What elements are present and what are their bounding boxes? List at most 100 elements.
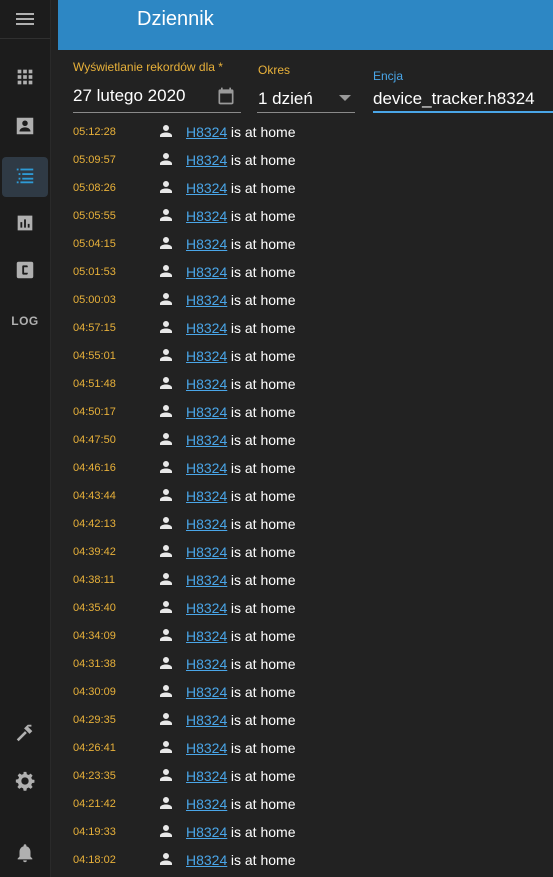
entry-time: 04:35:40 (73, 602, 116, 614)
person-icon (157, 542, 175, 560)
entry-entity-link[interactable]: H8324 (186, 236, 227, 252)
entry-message: is at home (227, 208, 296, 224)
calendar-icon[interactable] (216, 86, 236, 106)
entry-entity-link[interactable]: H8324 (186, 796, 227, 812)
person-icon (157, 374, 175, 392)
logbook-entry: 04:42:13 H8324 is at home (0, 510, 553, 538)
logbook-entry: 04:26:41 H8324 is at home (0, 734, 553, 762)
period-select-underline (257, 112, 355, 113)
logbook-entry: 05:12:28 H8324 is at home (0, 118, 553, 146)
entry-entity-link[interactable]: H8324 (186, 488, 227, 504)
person-icon (157, 150, 175, 168)
entry-message: is at home (227, 656, 296, 672)
entry-message: is at home (227, 152, 296, 168)
person-icon (157, 514, 175, 532)
entry-entity-link[interactable]: H8324 (186, 180, 227, 196)
entry-entity-link[interactable]: H8324 (186, 264, 227, 280)
entry-time: 04:29:35 (73, 714, 116, 726)
entry-entity-link[interactable]: H8324 (186, 376, 227, 392)
entry-time: 04:21:42 (73, 798, 116, 810)
entry-entity-link[interactable]: H8324 (186, 544, 227, 560)
entry-entity-link[interactable]: H8324 (186, 404, 227, 420)
person-icon (157, 710, 175, 728)
logbook-entry: 04:34:09 H8324 is at home (0, 622, 553, 650)
entry-time: 04:42:13 (73, 518, 116, 530)
logbook-entries: 05:12:28 H8324 is at home 05:09:57 H8324 is… (0, 118, 553, 874)
person-icon (157, 262, 175, 280)
entry-entity-link[interactable]: H8324 (186, 292, 227, 308)
date-field[interactable]: 27 lutego 2020 (73, 86, 186, 106)
person-icon (157, 682, 175, 700)
entry-time: 05:00:03 (73, 294, 116, 306)
entry-entity-link[interactable]: H8324 (186, 208, 227, 224)
logbook-entry: 04:23:35 H8324 is at home (0, 762, 553, 790)
entry-time: 05:05:55 (73, 210, 116, 222)
entry-message: is at home (227, 516, 296, 532)
entry-entity-link[interactable]: H8324 (186, 320, 227, 336)
entry-message: is at home (227, 600, 296, 616)
entry-message: is at home (227, 684, 296, 700)
entry-entity-link[interactable]: H8324 (186, 460, 227, 476)
hamburger-menu-icon[interactable] (15, 11, 35, 27)
date-field-label: Wyświetlanie rekordów dla * (73, 60, 223, 74)
person-icon (157, 738, 175, 756)
entry-entity-link[interactable]: H8324 (186, 124, 227, 140)
logbook-entry: 04:50:17 H8324 is at home (0, 398, 553, 426)
entry-entity-link[interactable]: H8324 (186, 628, 227, 644)
entry-time: 04:34:09 (73, 630, 116, 642)
entry-entity-link[interactable]: H8324 (186, 768, 227, 784)
entity-label: Encja (373, 69, 404, 83)
entry-entity-link[interactable]: H8324 (186, 684, 227, 700)
person-icon (157, 766, 175, 784)
person-icon (157, 206, 175, 224)
entry-entity-link[interactable]: H8324 (186, 432, 227, 448)
logbook-entry: 05:05:55 H8324 is at home (0, 202, 553, 230)
logbook-entry: 04:19:33 H8324 is at home (0, 818, 553, 846)
entry-entity-link[interactable]: H8324 (186, 152, 227, 168)
logbook-entry: 04:47:50 H8324 is at home (0, 426, 553, 454)
entity-input[interactable] (373, 86, 553, 112)
person-icon (157, 598, 175, 616)
entry-time: 04:38:11 (73, 574, 116, 586)
entry-time: 05:09:57 (73, 154, 116, 166)
date-field-underline (73, 112, 241, 113)
entry-entity-link[interactable]: H8324 (186, 516, 227, 532)
entry-entity-link[interactable]: H8324 (186, 348, 227, 364)
logbook-entry: 05:09:57 H8324 is at home (0, 146, 553, 174)
logbook-entry: 04:35:40 H8324 is at home (0, 594, 553, 622)
entry-time: 04:47:50 (73, 434, 116, 446)
sidebar-item-overview[interactable] (2, 59, 48, 99)
entry-message: is at home (227, 572, 296, 588)
entry-entity-link[interactable]: H8324 (186, 740, 227, 756)
period-label: Okres (258, 63, 291, 77)
entry-time: 05:01:53 (73, 266, 116, 278)
person-icon (157, 234, 175, 252)
entry-message: is at home (227, 544, 296, 560)
person-icon (157, 430, 175, 448)
entry-time: 05:04:15 (73, 238, 116, 250)
entry-message: is at home (227, 432, 296, 448)
entry-time: 04:51:48 (73, 378, 116, 390)
entry-entity-link[interactable]: H8324 (186, 824, 227, 840)
entry-time: 04:50:17 (73, 406, 116, 418)
entry-time: 04:26:41 (73, 742, 116, 754)
entry-entity-link[interactable]: H8324 (186, 852, 227, 868)
logbook-entry: 05:04:15 H8324 is at home (0, 230, 553, 258)
app-header: Dziennik (58, 0, 553, 50)
logbook-entry: 04:43:44 H8324 is at home (0, 482, 553, 510)
entry-time: 05:08:26 (73, 182, 116, 194)
entry-entity-link[interactable]: H8324 (186, 600, 227, 616)
entity-input-underline (373, 111, 553, 113)
entry-entity-link[interactable]: H8324 (186, 656, 227, 672)
entry-message: is at home (227, 236, 296, 252)
entry-entity-link[interactable]: H8324 (186, 712, 227, 728)
entry-message: is at home (227, 320, 296, 336)
logbook-entry: 05:01:53 H8324 is at home (0, 258, 553, 286)
person-icon (157, 794, 175, 812)
entry-message: is at home (227, 404, 296, 420)
person-icon (157, 318, 175, 336)
period-select[interactable]: 1 dzień (258, 89, 313, 109)
dropdown-arrow-icon[interactable] (339, 95, 351, 101)
entry-entity-link[interactable]: H8324 (186, 572, 227, 588)
entry-time: 04:43:44 (73, 490, 116, 502)
